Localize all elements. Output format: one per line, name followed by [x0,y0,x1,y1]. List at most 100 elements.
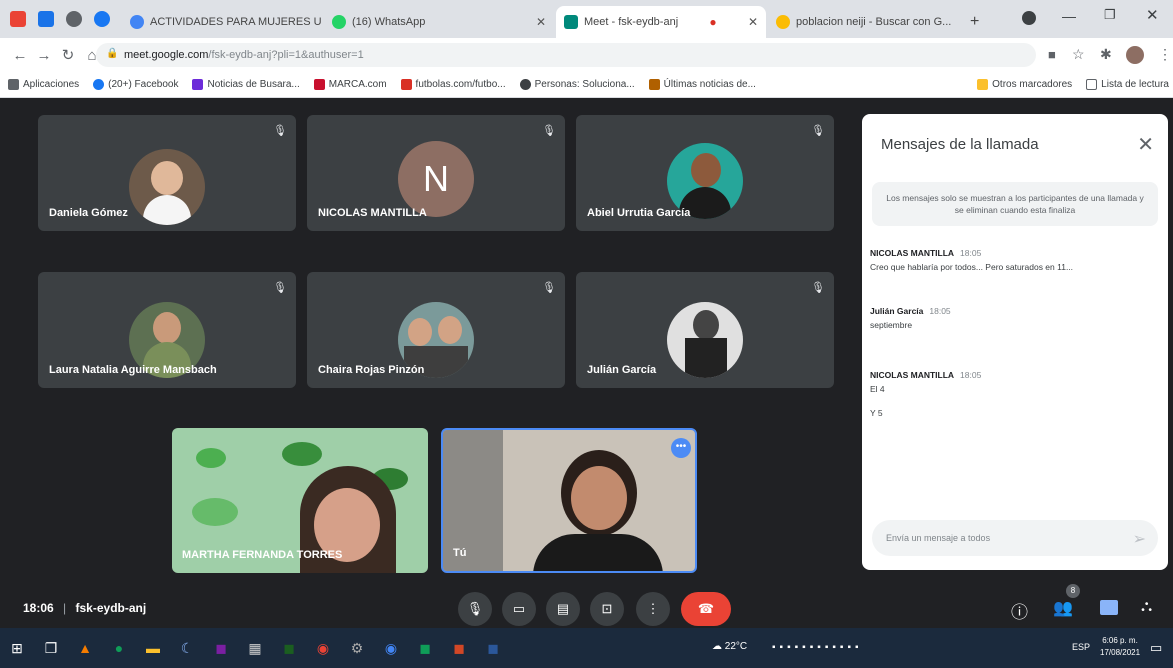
participant-tile[interactable]: 🎙 Abiel Urrutia García [576,115,834,231]
tab-actividades[interactable]: ACTIVIDADES PARA MUJERES U ✕ [122,6,322,38]
camera-button[interactable]: ▭ [502,592,536,626]
notifications-icon[interactable]: ▭ [1150,640,1162,656]
tab-label: ACTIVIDADES PARA MUJERES U [150,16,322,28]
chat-message: Julián García 18:05 septiembre [870,306,1160,330]
premiere-icon[interactable]: ◼ [204,628,238,668]
gmail-pinned-tab-icon[interactable] [10,11,26,27]
restore-icon[interactable]: ❐ [1104,7,1116,23]
tab-meet[interactable]: Meet - fsk-eydb-anj ● ✕ [556,6,766,38]
word-icon[interactable]: ◼ [476,628,510,668]
send-icon[interactable]: ➢ [1133,529,1146,549]
pinned-tab-icon[interactable] [66,11,82,27]
video-tile[interactable]: MARTHA FERNANDA TORRES [172,428,428,573]
task-view-icon[interactable]: ❐ [34,628,68,668]
activities-icon[interactable]: ⛬ [1141,598,1152,616]
cloud-icon: ☁ [712,641,722,652]
mic-button[interactable]: 🎙 [458,592,492,626]
bookmark-item[interactable]: Aplicaciones [8,79,79,90]
chat-message: NICOLAS MANTILLA 18:05 Creo que hablaría … [870,248,1160,272]
mic-off-icon: 🎙 [811,125,825,137]
tab-label: poblacion neiji - Buscar con G... [796,16,952,28]
more-options-icon[interactable]: ••• [671,438,691,458]
mic-off-icon: 🎙 [273,282,287,294]
reading-list[interactable]: Lista de lectura [1086,79,1169,90]
new-tab-button[interactable]: + [962,6,992,38]
participant-tile[interactable]: 🎙 N NICOLAS MANTILLA [307,115,565,231]
message-text: Creo que hablaría por todos... Pero satu… [870,262,1074,272]
language-indicator[interactable]: ESP [1072,642,1090,652]
edge-icon[interactable]: ● [102,628,136,668]
clock-date: 17/08/2021 [1100,648,1141,657]
avatar[interactable] [1126,46,1144,64]
people-icon[interactable]: 👥 [1053,598,1073,618]
chat-input[interactable]: Envía un mensaje a todos ➢ [872,520,1158,556]
bookmark-label: futbolas.com/futbo... [415,79,506,90]
chat-icon[interactable] [1100,600,1118,615]
menu-kebab-icon[interactable]: ⋮ [1158,46,1172,63]
captions-icon: ▤ [556,601,570,616]
clock-time: 6:06 p. m. [1102,636,1138,645]
mic-icon: 🎙 [466,601,484,616]
leave-call-button[interactable]: ☎ [681,592,731,626]
file-explorer-icon[interactable]: ▬ [136,628,170,668]
tab-whatsapp[interactable]: (16) WhatsApp ✕ [324,6,554,38]
camera-icon[interactable]: ■ [1048,47,1056,62]
reload-icon[interactable]: ↻ [56,46,80,64]
message-text: Y 5 [870,408,883,418]
animate-icon[interactable]: ◼ [272,628,306,668]
clock[interactable]: 6:06 p. m. 17/08/2021 [1100,635,1140,659]
back-icon[interactable]: ← [8,47,32,64]
bookmark-item[interactable]: MARCA.com [313,79,387,90]
facebook-icon [93,79,105,90]
photos-icon[interactable]: ▦ [238,628,272,668]
close-icon[interactable]: ✕ [1137,132,1154,157]
participant-tile[interactable]: 🎙 Laura Natalia Aguirre Mansbach [38,272,296,388]
video-tile-self[interactable]: ••• Tú [441,428,697,573]
apps-grid-icon [8,79,19,90]
outlook-pinned-tab-icon[interactable] [38,11,54,27]
present-button[interactable]: ⊡ [590,592,624,626]
facebook-pinned-tab-icon[interactable] [94,11,110,27]
avatar: N [398,141,474,217]
address-bar[interactable]: 🔒 meet.google.com /fsk-eydb-anj?pli=1&au… [96,43,1036,67]
chrome-profile-icon[interactable]: ◉ [374,628,408,668]
excel-icon[interactable]: ◼ [408,628,442,668]
tab-google-search[interactable]: poblacion neiji - Buscar con G... ✕ [768,6,958,38]
bookmark-item[interactable]: (20+) Facebook [93,79,178,90]
more-options-button[interactable]: ⋮ [636,592,670,626]
settings-icon[interactable]: ⚙ [340,628,374,668]
weather[interactable]: ☁ 22°C [712,641,747,652]
close-tab-icon[interactable]: ✕ [951,15,958,29]
bookmark-label: Últimas noticias de... [663,79,756,90]
participant-name: Tú [453,547,467,559]
powerpoint-icon[interactable]: ◼ [442,628,476,668]
forward-icon[interactable]: → [32,47,56,64]
participant-tile[interactable]: 🎙 Chaira Rojas Pinzón [307,272,565,388]
close-tab-icon[interactable]: ✕ [530,15,546,29]
extensions-icon[interactable]: ✱ [1100,46,1112,63]
captions-button[interactable]: ▤ [546,592,580,626]
vlc-icon[interactable]: ▲ [68,628,102,668]
mic-off-icon: 🎙 [811,282,825,294]
bookmark-item[interactable]: Personas: Soluciona... [519,79,635,90]
minimize-icon[interactable]: — [1062,8,1076,24]
app-icon[interactable]: ☾ [170,628,204,668]
info-icon[interactable]: ⓘ [1011,598,1028,623]
bookmark-label: Otros marcadores [992,79,1073,90]
profile-icon[interactable] [1022,11,1036,25]
bookmark-item[interactable]: futbolas.com/futbo... [400,79,506,90]
bookmark-folder[interactable]: Otros marcadores [977,79,1072,90]
bookmark-star-icon[interactable]: ☆ [1072,46,1085,63]
windows-start-icon[interactable]: ⊞ [0,628,34,668]
chat-panel: Mensajes de la llamada ✕ Los mensajes so… [862,114,1168,570]
participant-tile[interactable]: 🎙 Daniela Gómez [38,115,296,231]
close-window-icon[interactable]: ✕ [1146,6,1159,24]
close-tab-icon[interactable]: ✕ [742,15,758,29]
bookmark-item[interactable]: Últimas noticias de... [648,79,756,90]
bookmark-item[interactable]: Noticias de Busara... [192,79,300,90]
participant-tile[interactable]: 🎙 Julián García [576,272,834,388]
meet-stage: 🎙 Daniela Gómez 🎙 N NICOLAS MANTILLA 🎙 A… [0,98,1173,628]
tray-icons[interactable]: ▪▪▪▪▪▪▪▪▪▪▪▪ [772,642,863,653]
url-host: meet.google.com [124,49,209,61]
chrome-icon[interactable]: ◉ [306,628,340,668]
